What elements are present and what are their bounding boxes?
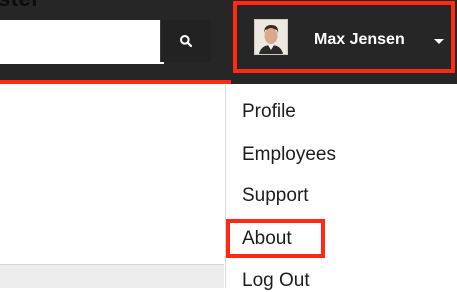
menu-item-log-out[interactable]: Log Out: [242, 270, 310, 292]
top-navbar: ster Max Jensen: [0, 0, 457, 84]
user-avatar: [254, 19, 288, 55]
menu-item-employees[interactable]: Employees: [242, 144, 336, 166]
header-caption-fragment: ster: [0, 0, 40, 12]
user-name-label: Max Jensen: [314, 31, 405, 48]
search-button[interactable]: [160, 20, 211, 62]
navbar-accent-line: [0, 80, 231, 84]
menu-item-about[interactable]: About: [242, 228, 292, 250]
content-footer-strip: [0, 264, 224, 288]
chevron-down-icon: [434, 39, 444, 44]
search-icon: [180, 35, 193, 48]
menu-item-profile[interactable]: Profile: [242, 101, 296, 123]
user-menu-toggle[interactable]: Max Jensen: [233, 1, 455, 73]
search-input[interactable]: [0, 20, 164, 64]
menu-item-support[interactable]: Support: [242, 185, 309, 207]
user-dropdown-menu: Profile Employees Support About Log Out: [225, 85, 457, 291]
